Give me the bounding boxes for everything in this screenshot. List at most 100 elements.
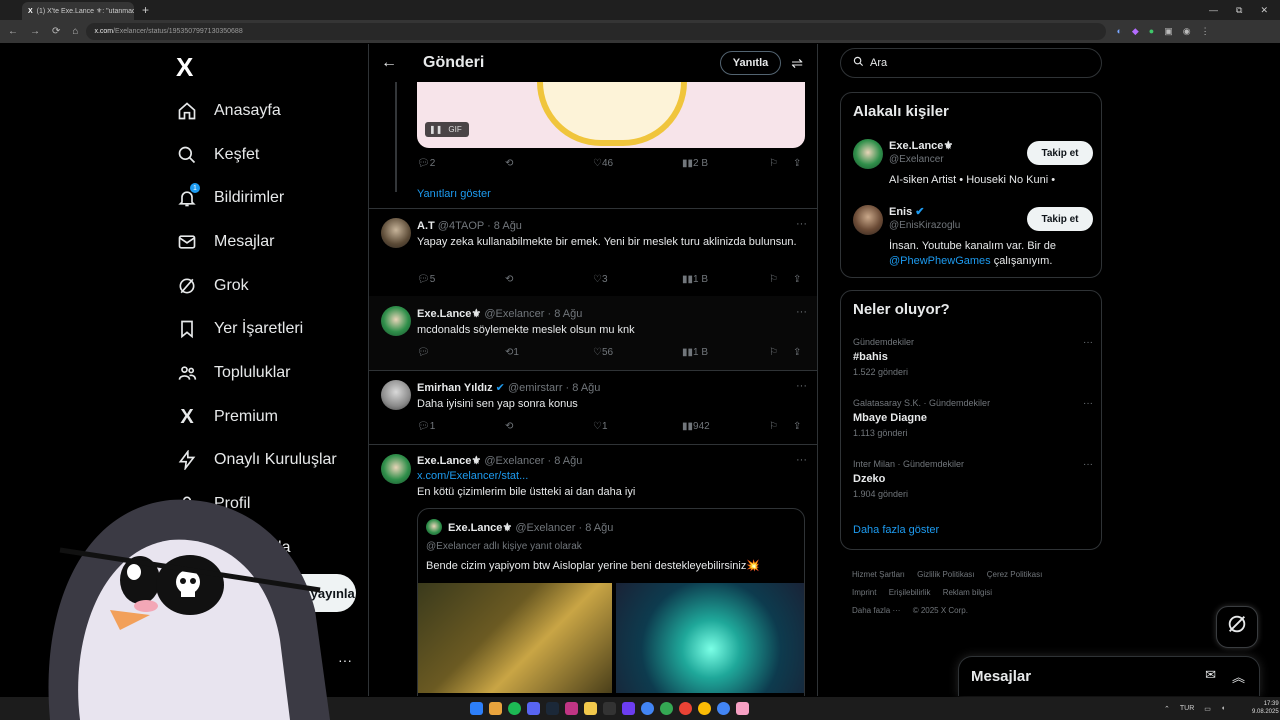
extension-icon[interactable]: ● <box>1149 26 1154 37</box>
bio-mention-link[interactable]: @PhewPhewGames <box>889 255 991 267</box>
tweet-link[interactable]: x.com/Exelancer/stat... <box>417 469 797 484</box>
footer-more-link[interactable]: Daha fazla ··· <box>852 606 900 615</box>
avatar[interactable] <box>381 218 411 248</box>
retweet-action[interactable]: ⟲ <box>505 158 513 169</box>
trend-item[interactable]: Inter Milan · Gündemdekiler Dzeko 1.904 … <box>853 459 1093 499</box>
author-name[interactable]: A.T <box>417 220 435 232</box>
like-action[interactable]: ♡ 1 <box>593 421 608 432</box>
views-action[interactable]: ▮▮ 1 B <box>682 347 708 358</box>
profile-icon[interactable]: ◉ <box>1183 26 1191 37</box>
reply-action[interactable]: 💬︎ 1 <box>417 421 435 432</box>
nav-item-explore[interactable]: Keşfet <box>176 144 259 166</box>
bookmark-icon[interactable]: ⚐ <box>769 347 778 358</box>
menu-icon[interactable]: ⋮ <box>1201 26 1210 37</box>
nav-item-premium[interactable]: X Premium <box>176 406 278 428</box>
footer-link[interactable]: Erişilebilirlik <box>889 588 931 597</box>
language-indicator[interactable]: TUR <box>1180 705 1194 712</box>
chrome-icon[interactable] <box>641 702 654 715</box>
person-name[interactable]: Exe.Lance⚜ <box>889 139 953 152</box>
quoted-tweet[interactable]: Exe.Lance⚜ @Exelancer · 8 Ağu @Exelancer… <box>417 508 805 696</box>
chrome-icon[interactable] <box>698 702 711 715</box>
footer-link[interactable]: Reklam bilgisi <box>943 588 992 597</box>
app-icon[interactable] <box>736 702 749 715</box>
url-field[interactable]: x.com/Exelancer/status/19535079971303506… <box>86 23 1107 40</box>
footer-link[interactable]: Çerez Politikası <box>987 570 1043 579</box>
reload-icon[interactable]: ⟳ <box>52 26 60 37</box>
avatar[interactable] <box>853 139 883 169</box>
nav-item-verified-orgs[interactable]: Onaylı Kuruluşlar <box>176 449 337 471</box>
like-action[interactable]: ♡ 56 <box>593 347 613 358</box>
author-handle[interactable]: @emirstarr · 8 Ağu <box>508 382 600 394</box>
bookmark-icon[interactable]: ⚐ <box>769 421 778 432</box>
views-action[interactable]: ▮▮ 942 <box>682 421 710 432</box>
quote-image-left[interactable] <box>418 583 612 693</box>
reply-action[interactable]: 💬︎ <box>417 347 430 358</box>
expand-chevron-icon[interactable]: ︽ <box>1232 667 1245 686</box>
spotify-icon[interactable] <box>508 702 521 715</box>
footer-link[interactable]: Hizmet Şartları <box>852 570 905 579</box>
person-name[interactable]: Enis ✔ <box>889 205 925 218</box>
new-message-icon[interactable]: ✉ <box>1205 667 1216 686</box>
views-action[interactable]: ▮▮ 2 B <box>682 158 708 169</box>
filter-sliders-icon[interactable]: ⇌ <box>791 55 803 72</box>
author-name[interactable]: Exe.Lance⚜ <box>417 308 481 320</box>
nav-item-home[interactable]: Anasayfa <box>176 100 281 122</box>
discord-icon[interactable] <box>527 702 540 715</box>
trend-more-icon[interactable]: ··· <box>1083 337 1093 348</box>
bookmark-icon[interactable]: ⚐ <box>769 158 778 169</box>
tweet-more-icon[interactable]: ··· <box>796 218 807 230</box>
follow-button[interactable]: Takip et <box>1027 141 1093 165</box>
tweet-more-icon[interactable]: ··· <box>796 454 807 466</box>
person-handle[interactable]: @Exelancer <box>889 154 944 165</box>
trend-more-icon[interactable]: ··· <box>1083 398 1093 409</box>
taskbar-clock[interactable]: 17:39 9.08.2025 <box>1252 700 1279 716</box>
like-action[interactable]: ♡ 3 <box>593 274 608 285</box>
reply-tweet[interactable]: A.T @4TAOP · 8 Ağu ··· Yapay zeka kullan… <box>369 208 817 296</box>
person-item[interactable]: Enis ✔ @EnisKirazoglu İnsan. Youtube kan… <box>853 205 1093 271</box>
app-icon[interactable] <box>565 702 578 715</box>
share-icon[interactable]: ⇪ <box>793 421 801 432</box>
x-logo-icon[interactable]: X <box>176 52 193 83</box>
follow-button[interactable]: Takip et <box>1027 207 1093 231</box>
start-icon[interactable] <box>470 702 483 715</box>
reply-action[interactable]: 💬︎ 2 <box>417 158 435 169</box>
gif-media[interactable]: ❚❚ GIF <box>417 82 805 148</box>
reply-action[interactable]: 💬︎ 5 <box>417 274 435 285</box>
nav-item-messages[interactable]: Mesajlar <box>176 231 274 253</box>
account-menu-dots-icon[interactable]: ··· <box>338 652 352 668</box>
chrome-icon[interactable] <box>717 702 730 715</box>
like-action[interactable]: ♡ 46 <box>593 158 613 169</box>
person-handle[interactable]: @EnisKirazoglu <box>889 220 960 231</box>
maximize-button[interactable]: ⧉ <box>1236 5 1242 16</box>
avatar[interactable] <box>381 380 411 410</box>
nav-item-grok[interactable]: Grok <box>176 275 249 297</box>
reply-tweet[interactable]: Exe.Lance⚜ @Exelancer · 8 Ağu ··· mcdona… <box>369 296 817 370</box>
footer-link[interactable]: Gizlilik Politikası <box>917 570 974 579</box>
grok-fab-button[interactable] <box>1216 606 1258 648</box>
tweet-more-icon[interactable]: ··· <box>796 306 807 318</box>
nav-item-bookmarks[interactable]: Yer İşaretleri <box>176 318 303 340</box>
avatar[interactable] <box>381 306 411 336</box>
app-icon[interactable] <box>603 702 616 715</box>
bookmark-icon[interactable]: ⚐ <box>769 274 778 285</box>
folder-icon[interactable] <box>584 702 597 715</box>
reply-button[interactable]: Yanıtla <box>719 51 782 75</box>
author-handle[interactable]: @Exelancer · 8 Ağu <box>484 455 582 467</box>
trend-more-icon[interactable]: ··· <box>1083 459 1093 470</box>
footer-link[interactable]: Imprint <box>852 588 876 597</box>
new-tab-button[interactable]: + <box>142 3 149 17</box>
puzzle-icon[interactable]: ▣ <box>1164 26 1173 37</box>
trend-item[interactable]: Gündemdekiler #bahis 1.522 gönderi ··· <box>853 337 1093 377</box>
chrome-icon[interactable] <box>660 702 673 715</box>
browser-tab[interactable]: X (1) X'te Exe.Lance ⚜: "utanmadan... ✕ <box>22 2 134 20</box>
share-icon[interactable]: ⇪ <box>793 347 801 358</box>
author-name[interactable]: Emirhan Yıldız <box>417 382 493 394</box>
nav-item-communities[interactable]: Topluluklar <box>176 362 290 384</box>
extension-icon[interactable]: ◐ <box>1116 26 1121 37</box>
app-icon[interactable] <box>489 702 502 715</box>
messages-drawer[interactable]: Mesajlar ✉ ︽ <box>958 656 1260 696</box>
tray-chevron-icon[interactable]: ⌃ <box>1164 705 1170 713</box>
quote-image-right[interactable] <box>616 583 804 693</box>
extension-icon[interactable]: ◆ <box>1132 26 1139 37</box>
back-arrow-icon[interactable]: ← <box>8 26 18 37</box>
